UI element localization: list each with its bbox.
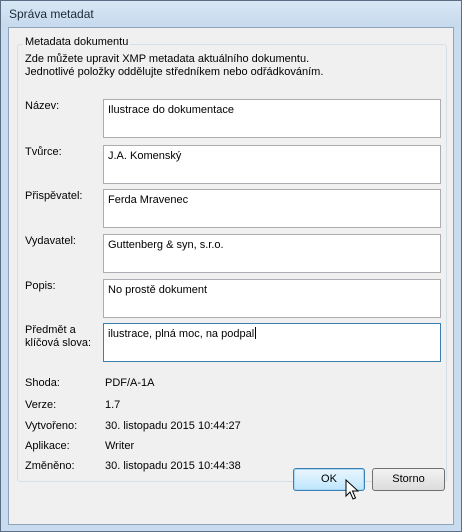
keywords-label-line-1: Předmět a <box>25 324 76 336</box>
contributor-label: Přispěvatel: <box>25 190 83 202</box>
cancel-button[interactable]: Storno <box>372 468 445 491</box>
title-field[interactable]: Ilustrace do dokumentace <box>103 99 441 138</box>
version-value: 1.7 <box>105 399 121 411</box>
group-legend: Metadata dokumentu <box>23 36 131 48</box>
author-label: Tvůrce: <box>25 146 62 158</box>
created-value: 30. listopadu 2015 10:44:27 <box>105 420 241 432</box>
application-value: Writer <box>105 440 135 452</box>
author-field[interactable]: J.A. Komenský <box>103 145 441 184</box>
keywords-field-text: ilustrace, plná moc, na podpal <box>108 328 255 340</box>
publisher-label: Vydavatel: <box>25 235 76 247</box>
contributor-field[interactable]: Ferda Mravenec <box>103 189 441 228</box>
text-caret <box>255 327 257 339</box>
created-label: Vytvořeno: <box>25 420 78 432</box>
title-bar[interactable]: Správa metadat <box>1 1 461 27</box>
dialog-window: Správa metadat Metadata dokumentu Zde mů… <box>0 0 462 532</box>
publisher-field[interactable]: Guttenberg & syn, s.r.o. <box>103 234 441 273</box>
description-label: Popis: <box>25 280 56 292</box>
description-field[interactable]: No prostě dokument <box>103 279 441 318</box>
title-label: Název: <box>25 100 60 112</box>
conformance-label: Shoda: <box>25 377 60 389</box>
version-label: Verze: <box>25 399 57 411</box>
mouse-pointer-icon <box>345 479 359 500</box>
modified-label: Změněno: <box>25 460 75 472</box>
window-title: Správa metadat <box>9 7 94 21</box>
description-line-2: Jednotlivé položky oddělujte středníkem … <box>25 66 324 78</box>
keywords-label-line-2: klíčová slova: <box>25 337 92 349</box>
modified-value: 30. listopadu 2015 10:44:38 <box>105 460 241 472</box>
description-line-1: Zde můžete upravit XMP metadata aktuální… <box>25 53 310 65</box>
keywords-field[interactable]: ilustrace, plná moc, na podpal <box>103 323 441 362</box>
conformance-value: PDF/A-1A <box>105 377 155 389</box>
dialog-body: Metadata dokumentu Zde můžete upravit XM… <box>8 27 454 525</box>
application-label: Aplikace: <box>25 440 70 452</box>
